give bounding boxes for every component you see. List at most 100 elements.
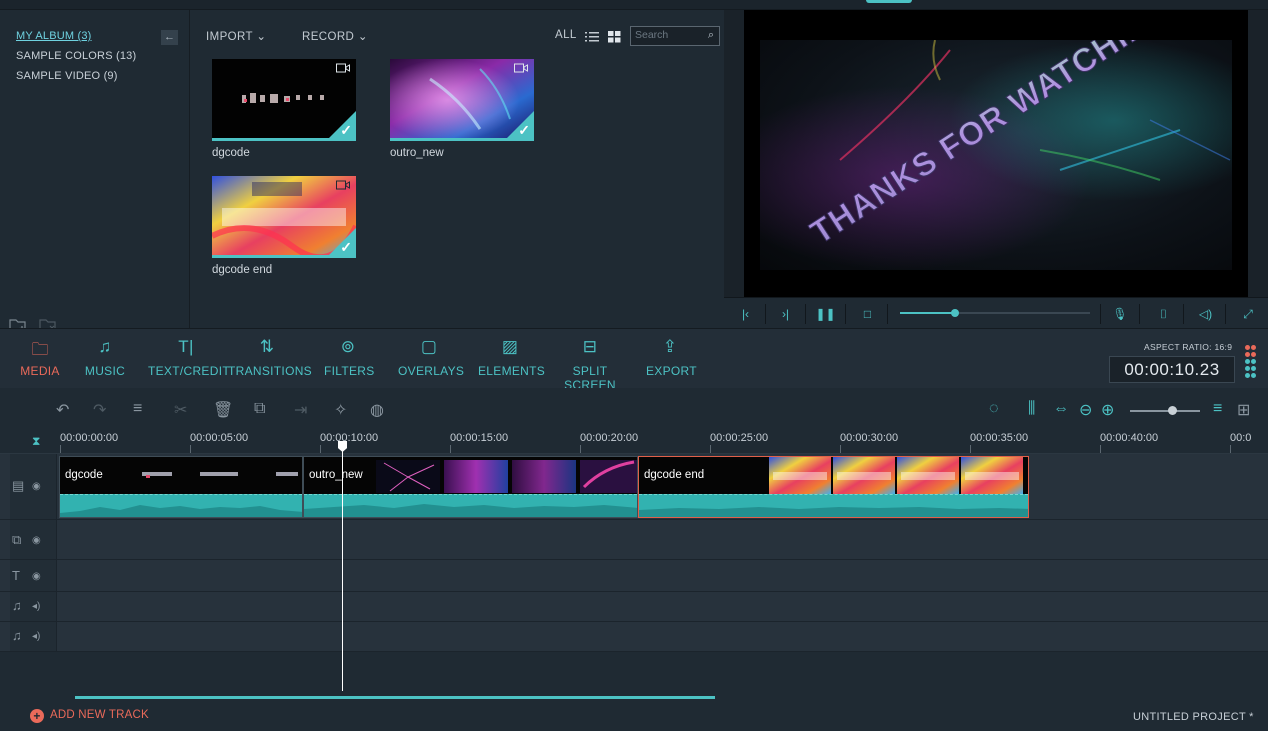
stop-icon[interactable]: □ (848, 304, 888, 324)
ruler-tick (190, 445, 191, 453)
music-note-icon: ♫ (12, 628, 22, 643)
adjust-icon[interactable]: ≡ (133, 400, 142, 418)
timeline-clip-dgcode[interactable]: dgcode (59, 456, 303, 518)
search-icon: ⌕ (707, 29, 714, 41)
tab-overlays[interactable]: ▢ OVERLAYS (398, 337, 464, 378)
insert-icon[interactable]: ⇥ (294, 400, 307, 420)
color-palette-icon[interactable]: ◍ (370, 400, 384, 420)
speaker-icon[interactable]: ◂) (32, 601, 40, 612)
checkmark-icon: ✓ (340, 239, 352, 255)
zoom-slider-knob[interactable] (1168, 406, 1177, 415)
list-view-icon[interactable] (585, 30, 599, 48)
tab-music[interactable]: ♫ MUSIC (84, 337, 126, 378)
crop-icon[interactable]: ⧉ (254, 400, 265, 418)
text-icon: T (12, 568, 20, 583)
media-item-label: dgcode end (212, 264, 273, 276)
preview-progress-knob[interactable] (951, 309, 960, 317)
record-dropdown[interactable]: RECORD ⌄ (302, 29, 368, 43)
editor-window: MY ALBUM (3) SAMPLE COLORS (13) SAMPLE V… (0, 0, 1268, 731)
search-input[interactable]: Search ⌕ (630, 26, 720, 46)
record-label: RECORD (302, 31, 355, 43)
scissors-icon[interactable]: ✂ (174, 400, 187, 420)
top-tab-indicator[interactable] (866, 0, 912, 3)
chevron-down-icon: ⌄ (357, 31, 368, 43)
trash-icon[interactable]: 🗑 (213, 400, 233, 420)
image-icon: ▨ (501, 337, 519, 356)
timeline-empty-area (0, 652, 1268, 731)
ruler-tick (840, 445, 841, 453)
video-camera-icon (336, 63, 350, 73)
selection-bar (390, 138, 534, 141)
overlay-icon: ▢ (420, 337, 438, 356)
speaker-icon[interactable]: ◁) (1186, 304, 1226, 324)
redo-icon[interactable]: ↷ (93, 400, 106, 420)
tab-elements[interactable]: ▨ ELEMENTS (478, 337, 546, 378)
ruler-tick (1230, 445, 1231, 453)
undo-icon[interactable]: ↶ (56, 400, 69, 420)
filter-all[interactable]: ALL (555, 29, 577, 41)
timeline-scrollbar[interactable] (75, 696, 715, 699)
list-icon[interactable]: ≡ (1213, 400, 1222, 418)
album-sample-video[interactable]: SAMPLE VIDEO (9) (16, 70, 118, 82)
preview-screen[interactable]: THANKS FOR WATCHING (744, 0, 1248, 297)
album-sample-colors[interactable]: SAMPLE COLORS (13) (16, 50, 136, 62)
media-item-dgcode[interactable]: ✓ (212, 59, 356, 141)
media-item-dgcode-end[interactable]: ✓ (212, 176, 356, 258)
zoom-in-icon[interactable]: ⊕ (1101, 400, 1114, 420)
tab-media[interactable]: 🗀 MEDIA (20, 337, 60, 378)
zoom-slider[interactable] (1130, 410, 1200, 412)
tab-transitions-label: TRANSITIONS (228, 364, 312, 378)
track-header: ♫ ◂) (10, 622, 57, 651)
album-my-album[interactable]: MY ALBUM (3) (16, 30, 92, 42)
tab-elements-label: ELEMENTS (478, 364, 546, 378)
ruler-label: 00:00:35:00 (970, 432, 1029, 444)
chevron-down-icon: ⌄ (256, 31, 267, 43)
grid-icon[interactable]: ⊞ (1237, 400, 1250, 420)
media-panel: IMPORT ⌄ RECORD ⌄ ALL Search ⌕ ✓ dgcode (190, 10, 724, 328)
magic-wand-icon[interactable]: ✧ (334, 400, 347, 420)
timeline-clip-outro-new[interactable]: outro_new (303, 456, 638, 518)
skip-forward-icon[interactable]: ›| (766, 304, 806, 324)
plus-circle-icon: + (30, 709, 44, 723)
eye-icon[interactable]: ◉ (32, 481, 41, 492)
timeline-ruler[interactable]: ⧗ 00:00:00:00 00:00:05:00 00:00:10:00 00… (0, 430, 1268, 454)
skip-back-icon[interactable]: |‹ (726, 304, 766, 324)
ruler-label: 00:00:40:00 (1100, 432, 1159, 444)
tab-export[interactable]: ⇪ EXPORT (646, 337, 697, 378)
ruler-label: 00:00:10:00 (320, 432, 379, 444)
film-strip-icon: ▤ (12, 478, 25, 493)
playhead[interactable] (342, 446, 343, 691)
tab-text-credit[interactable]: T| TEXT/CREDIT (148, 337, 230, 378)
tab-transitions[interactable]: ⇅ TRANSITIONS (228, 337, 312, 378)
preview-progress-slider[interactable] (900, 309, 1090, 317)
speaker-icon[interactable]: ◂) (32, 631, 40, 642)
import-dropdown[interactable]: IMPORT ⌄ (206, 29, 266, 43)
fit-timeline-icon[interactable]: ⇔ (1053, 400, 1069, 418)
snap-icon[interactable]: ⧗ (32, 434, 40, 449)
ruler-label: 00:00:15:00 (450, 432, 509, 444)
timeline-clip-dgcode-end[interactable]: dgcode end (638, 456, 1029, 518)
add-new-track-button[interactable]: + ADD NEW TRACK (30, 709, 149, 723)
text-cursor-icon: T| (178, 337, 194, 356)
render-status-icon[interactable] (1244, 343, 1256, 379)
media-item-outro-new[interactable]: ✓ (390, 59, 534, 141)
pause-icon[interactable]: ❚❚ (806, 304, 846, 324)
fullscreen-icon[interactable]: ⤢ (1228, 304, 1268, 324)
track-header: T ◉ (10, 560, 57, 591)
checkmark-icon: ✓ (340, 122, 352, 138)
microphone-icon[interactable]: 🎙 (1100, 304, 1140, 324)
camera-snapshot-icon[interactable]: ⌷ (1144, 304, 1184, 324)
clip-name: dgcode (65, 469, 103, 481)
eye-icon[interactable]: ◉ (32, 571, 41, 582)
grid-view-icon[interactable] (608, 30, 621, 48)
tab-split-screen[interactable]: ⊟ SPLIT SCREEN (550, 337, 630, 392)
arrow-left-icon[interactable]: ← (161, 30, 178, 45)
eye-icon[interactable]: ◉ (32, 535, 41, 546)
preview-panel: THANKS FOR WATCHING |‹ ›| ❚❚ □ 🎙 ⌷ ◁) ⤢ (724, 0, 1268, 328)
tab-filters[interactable]: ⊚ FILTERS (324, 337, 374, 378)
clip-audio-waveform (60, 494, 302, 517)
audio-mixer-icon[interactable]: ⫼ (1028, 400, 1035, 418)
zoom-out-icon[interactable]: ⊖ (1079, 400, 1092, 420)
text-track: T ◉ (0, 560, 1268, 592)
render-preview-icon[interactable]: ◌ (989, 400, 999, 418)
